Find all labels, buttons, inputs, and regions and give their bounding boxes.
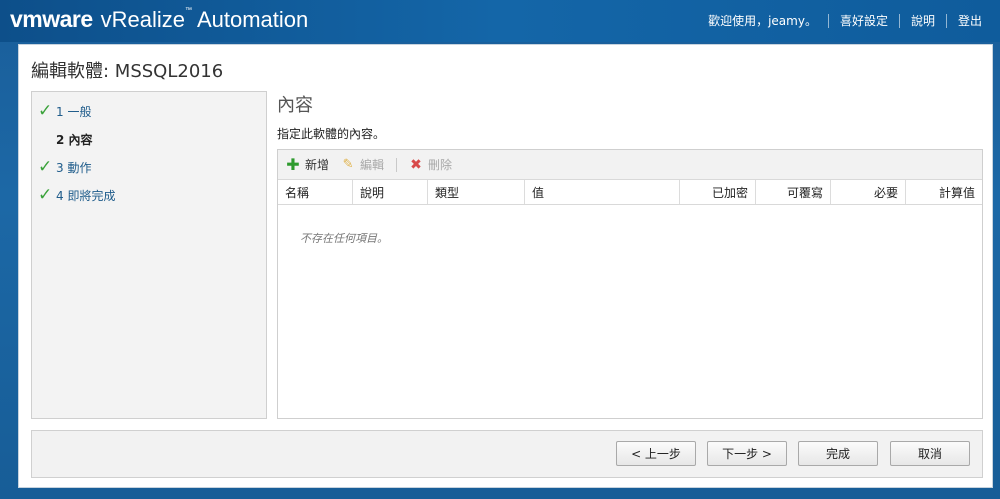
- column-header-computed[interactable]: 計算值: [906, 180, 982, 204]
- delete-label: 刪除: [428, 158, 453, 172]
- plus-icon: ✚: [286, 155, 300, 174]
- product-name: vRealize™ Automation: [100, 7, 309, 32]
- finish-button[interactable]: 完成: [798, 441, 878, 466]
- grid-toolbar: ✚ 新增 ✎ 編輯 ✖ 刪除: [278, 150, 982, 180]
- nav-divider: [898, 13, 900, 28]
- step-label: 4 即將完成: [56, 188, 116, 203]
- product-name-main: vRealize: [100, 7, 186, 32]
- section-description: 指定此軟體的內容。: [277, 127, 386, 141]
- column-header-encrypted[interactable]: 已加密: [680, 180, 756, 204]
- top-nav: 歡迎使用，jeamy。 喜好設定 說明 登出: [708, 12, 982, 29]
- page-title: 編輯軟體: MSSQL2016: [31, 61, 224, 82]
- top-bar: vmware vRealize™ Automation 歡迎使用，jeamy。 …: [0, 0, 1000, 42]
- wizard-footer: < 上一步 下一步 > 完成 取消: [31, 430, 983, 478]
- column-header-type[interactable]: 類型: [428, 180, 525, 204]
- cancel-button[interactable]: 取消: [890, 441, 970, 466]
- column-header-value[interactable]: 值: [525, 180, 680, 204]
- checkmark-icon: ✓: [38, 185, 53, 205]
- next-button[interactable]: 下一步 >: [707, 441, 787, 466]
- wizard-panel: 編輯軟體: MSSQL2016 ✓ 1 一般 2 內容 ✓ 3 動作 ✓ 4 即…: [18, 44, 993, 488]
- logout-link[interactable]: 登出: [958, 12, 982, 29]
- vmware-logo: vmware: [10, 6, 93, 32]
- brand-logo: vmware vRealize™ Automation: [10, 6, 308, 36]
- column-header-overridable[interactable]: 可覆寫: [756, 180, 831, 204]
- preferences-link[interactable]: 喜好設定: [840, 12, 888, 29]
- checkmark-icon: ✓: [38, 101, 53, 121]
- edit-button[interactable]: ✎ 編輯: [341, 156, 384, 173]
- delete-button[interactable]: ✖ 刪除: [409, 156, 452, 173]
- delete-x-icon: ✖: [410, 156, 422, 173]
- user-menu[interactable]: 歡迎使用，jeamy。: [708, 12, 817, 29]
- wizard-steps: ✓ 1 一般 2 內容 ✓ 3 動作 ✓ 4 即將完成: [31, 91, 267, 419]
- toolbar-divider: [396, 157, 398, 172]
- step-actions[interactable]: ✓ 3 動作: [38, 157, 91, 177]
- step-label: 1 一般: [56, 104, 92, 119]
- step-content[interactable]: 2 內容: [38, 129, 93, 149]
- column-header-name[interactable]: 名稱: [278, 180, 353, 204]
- pencil-icon: ✎: [342, 157, 354, 172]
- column-header-description[interactable]: 說明: [353, 180, 428, 204]
- step-label: 3 動作: [56, 160, 92, 175]
- nav-divider: [827, 13, 829, 28]
- product-name-suffix: Automation: [196, 7, 309, 32]
- step-label: 2 內容: [56, 132, 93, 147]
- step-general[interactable]: ✓ 1 一般: [38, 101, 91, 121]
- grid-header: 名稱 說明 類型 值 已加密 可覆寫 必要 計算值: [278, 180, 982, 205]
- empty-grid-message: 不存在任何項目。: [300, 232, 388, 245]
- column-header-required[interactable]: 必要: [831, 180, 906, 204]
- add-button[interactable]: ✚ 新增: [286, 155, 329, 174]
- section-title: 內容: [277, 95, 313, 116]
- checkmark-icon: ✓: [38, 157, 53, 177]
- add-label: 新增: [305, 158, 330, 172]
- step-ready-to-complete[interactable]: ✓ 4 即將完成: [38, 185, 115, 205]
- properties-grid: ✚ 新增 ✎ 編輯 ✖ 刪除 名稱 說明 類型 值 已加密 可覆寫 必要 計算值…: [277, 149, 983, 419]
- previous-button[interactable]: < 上一步: [616, 441, 696, 466]
- edit-label: 編輯: [360, 158, 385, 172]
- nav-divider: [945, 13, 947, 28]
- help-link[interactable]: 說明: [911, 12, 935, 29]
